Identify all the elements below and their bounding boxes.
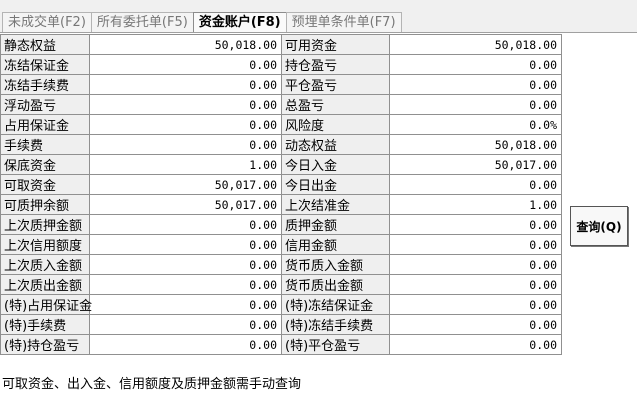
field-label: 平仓盈亏: [281, 74, 390, 95]
field-label: 上次质出金额: [0, 274, 90, 295]
table-row: 静态权益 50,018.00 可用资金 50,018.00: [0, 34, 562, 55]
table-row: 占用保证金 0.00 风险度 0.0%: [0, 114, 562, 135]
field-value: 0.00: [89, 114, 282, 135]
tab-conditional-orders[interactable]: 预埋单条件单(F7): [285, 12, 402, 32]
tab-funds-account[interactable]: 资金账户(F8): [192, 12, 287, 33]
field-value: 0.00: [389, 254, 562, 275]
field-value: 50,017.00: [89, 194, 282, 215]
field-label: 浮动盈亏: [0, 94, 90, 115]
field-value: 50,017.00: [389, 154, 562, 175]
field-label: 动态权益: [281, 134, 390, 155]
field-value: 0.00: [389, 74, 562, 95]
field-value: 0.00: [89, 134, 282, 155]
field-value: 50,018.00: [389, 134, 562, 155]
field-label: 总盈亏: [281, 94, 390, 115]
field-label: 风险度: [281, 114, 390, 135]
field-value: 0.00: [89, 214, 282, 235]
field-label: 冻结手续费: [0, 74, 90, 95]
field-label: 保底资金: [0, 154, 90, 175]
field-label: 今日入金: [281, 154, 390, 175]
field-value: 0.00: [89, 294, 282, 315]
field-label: (特)冻结手续费: [281, 314, 390, 335]
field-label: 质押金额: [281, 214, 390, 235]
field-label: 货币质出金额: [281, 274, 390, 295]
field-value: 0.00: [89, 314, 282, 335]
field-value: 50,017.00: [89, 174, 282, 195]
table-row: 手续费 0.00 动态权益 50,018.00: [0, 134, 562, 155]
tab-bar: 未成交单(F2) 所有委托单(F5) 资金账户(F8) 预埋单条件单(F7): [0, 0, 637, 33]
field-label: (特)冻结保证金: [281, 294, 390, 315]
table-row: 可质押余额 50,017.00 上次结准金 1.00: [0, 194, 562, 215]
field-value: 0.00: [89, 234, 282, 255]
field-value: 0.00: [89, 254, 282, 275]
table-row: (特)占用保证金 0.00 (特)冻结保证金 0.00: [0, 294, 562, 315]
field-label: (特)占用保证金: [0, 294, 92, 315]
field-value: 0.00: [89, 74, 282, 95]
funds-table: 静态权益 50,018.00 可用资金 50,018.00 冻结保证金 0.00 持仓盈亏 0…: [0, 34, 562, 355]
field-value: 0.00: [89, 334, 282, 355]
table-row: 可取资金 50,017.00 今日出金 0.00: [0, 174, 562, 195]
table-row: (特)手续费 0.00 (特)冻结手续费 0.00: [0, 314, 562, 335]
field-value: 0.0%: [389, 114, 562, 135]
field-value: 0.00: [389, 54, 562, 75]
field-value: 1.00: [89, 154, 282, 175]
table-row: 浮动盈亏 0.00 总盈亏 0.00: [0, 94, 562, 115]
field-label: 手续费: [0, 134, 90, 155]
field-value: 0.00: [89, 94, 282, 115]
field-label: 上次质押金额: [0, 214, 90, 235]
table-row: 上次信用额度 0.00 信用金额 0.00: [0, 234, 562, 255]
field-label: 可取资金: [0, 174, 90, 195]
table-row: 冻结保证金 0.00 持仓盈亏 0.00: [0, 54, 562, 75]
field-value: 0.00: [89, 274, 282, 295]
field-value: 50,018.00: [389, 34, 562, 55]
manual-query-note: 可取资金、出入金、信用额度及质押金额需手动查询: [2, 377, 302, 392]
field-label: 占用保证金: [0, 114, 90, 135]
table-row: 上次质押金额 0.00 质押金额 0.00: [0, 214, 562, 235]
field-value: 50,018.00: [89, 34, 282, 55]
field-value: 0.00: [389, 94, 562, 115]
tab-all-orders[interactable]: 所有委托单(F5): [90, 12, 194, 32]
field-label: 冻结保证金: [0, 54, 90, 75]
field-label: 今日出金: [281, 174, 390, 195]
field-label: (特)手续费: [0, 314, 90, 335]
field-value: 0.00: [389, 234, 562, 255]
field-value: 1.00: [389, 194, 562, 215]
field-label: 持仓盈亏: [281, 54, 390, 75]
tab-divider: [0, 32, 637, 33]
table-row: 上次质入金额 0.00 货币质入金额 0.00: [0, 254, 562, 275]
field-label: 货币质入金额: [281, 254, 390, 275]
field-label: 可质押余额: [0, 194, 90, 215]
query-button[interactable]: 查询(Q): [570, 206, 628, 246]
field-label: 可用资金: [281, 34, 390, 55]
field-value: 0.00: [389, 314, 562, 335]
field-value: 0.00: [389, 274, 562, 295]
field-label: (特)持仓盈亏: [0, 334, 90, 355]
tab-pending-orders[interactable]: 未成交单(F2): [2, 12, 92, 32]
field-label: 静态权益: [0, 34, 90, 55]
field-label: 上次结准金: [281, 194, 390, 215]
table-row: 冻结手续费 0.00 平仓盈亏 0.00: [0, 74, 562, 95]
table-row: (特)持仓盈亏 0.00 (特)平仓盈亏 0.00: [0, 334, 562, 355]
tab-strip: 未成交单(F2) 所有委托单(F5) 资金账户(F8) 预埋单条件单(F7): [2, 12, 402, 33]
field-label: (特)平仓盈亏: [281, 334, 390, 355]
field-value: 0.00: [389, 214, 562, 235]
field-value: 0.00: [389, 174, 562, 195]
field-value: 0.00: [89, 54, 282, 75]
field-label: 上次质入金额: [0, 254, 90, 275]
table-row: 上次质出金额 0.00 货币质出金额 0.00: [0, 274, 562, 295]
field-label: 上次信用额度: [0, 234, 90, 255]
field-label: 信用金额: [281, 234, 390, 255]
table-row: 保底资金 1.00 今日入金 50,017.00: [0, 154, 562, 175]
funds-table-body: 静态权益 50,018.00 可用资金 50,018.00 冻结保证金 0.00 持仓盈亏 0…: [0, 34, 562, 355]
field-value: 0.00: [389, 294, 562, 315]
field-value: 0.00: [389, 334, 562, 355]
